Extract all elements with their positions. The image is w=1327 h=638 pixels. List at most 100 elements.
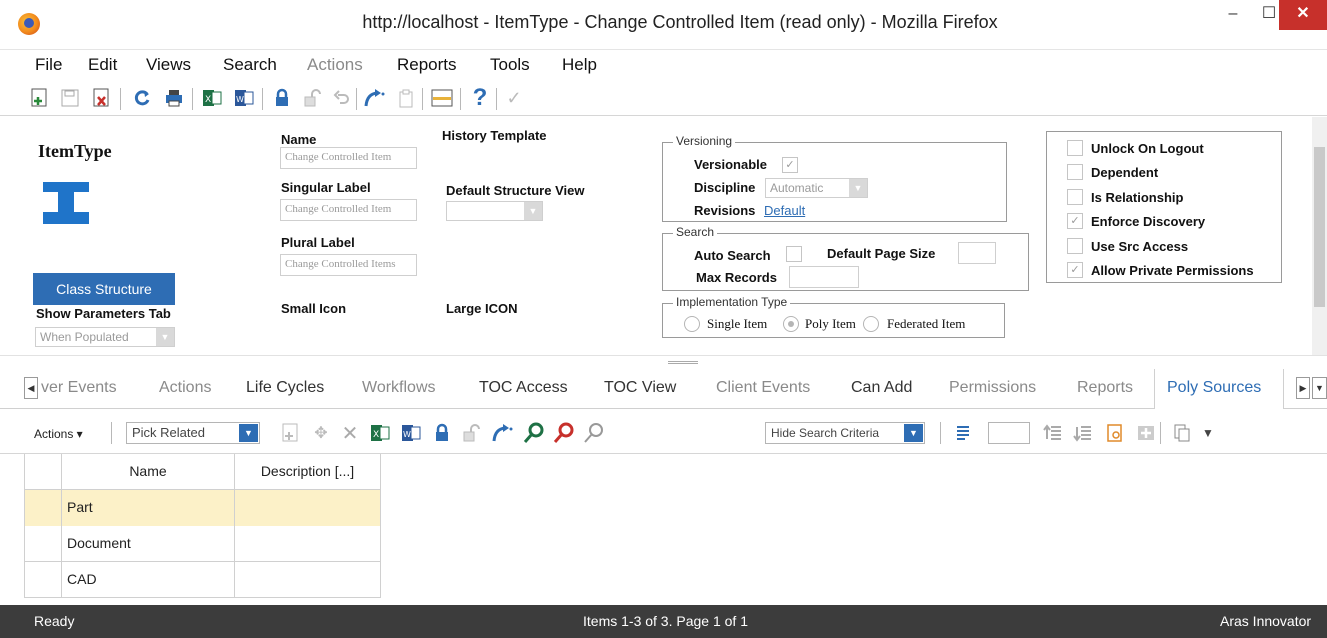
next-page-icon[interactable] xyxy=(1071,421,1095,445)
menu-file[interactable]: File xyxy=(35,55,62,75)
grid-unlock-icon[interactable] xyxy=(459,421,483,445)
menu-reports[interactable]: Reports xyxy=(397,55,457,75)
tab-workflows[interactable]: Workflows xyxy=(362,379,436,397)
table-row[interactable]: Document xyxy=(25,526,381,562)
show-item-icon[interactable] xyxy=(522,421,546,445)
tab-poly-sources[interactable]: Poly Sources xyxy=(1167,379,1261,397)
more-dropdown-icon[interactable]: ▼ xyxy=(1196,421,1220,445)
lock-icon[interactable] xyxy=(270,86,294,110)
page-size-icon[interactable] xyxy=(952,421,976,445)
plural-label-field[interactable]: Change Controlled Items xyxy=(280,254,417,276)
cell-name[interactable]: Part xyxy=(62,490,235,526)
unlock-icon[interactable] xyxy=(300,86,324,110)
tab-reports[interactable]: Reports xyxy=(1077,379,1133,397)
undo-icon[interactable] xyxy=(330,86,354,110)
menu-views[interactable]: Views xyxy=(146,55,191,75)
promote-icon[interactable] xyxy=(362,86,386,110)
name-label: Name xyxy=(281,132,317,147)
row-selector[interactable] xyxy=(25,562,62,598)
done-check-icon[interactable]: ✓ xyxy=(502,86,526,110)
claim-icon[interactable] xyxy=(394,86,418,110)
row-selector[interactable] xyxy=(25,490,62,526)
class-structure-button[interactable]: Class Structure xyxy=(33,273,175,305)
menu-help[interactable]: Help xyxy=(562,55,597,75)
cell-name[interactable]: CAD xyxy=(62,562,235,598)
show-parameters-tab-dropdown[interactable]: When Populated ▼ xyxy=(35,327,175,347)
cell-description[interactable] xyxy=(235,562,381,598)
enforce-discovery-checkbox[interactable]: ✓ xyxy=(1067,213,1083,229)
name-field[interactable]: Change Controlled Item xyxy=(280,147,417,169)
row-selector[interactable] xyxy=(25,526,62,562)
column-header-description[interactable]: Description [...] xyxy=(235,454,381,490)
tab-menu-button[interactable]: ▼ xyxy=(1312,377,1327,399)
pick-related-dropdown[interactable]: Pick Related ▼ xyxy=(126,422,260,444)
grid-excel-icon[interactable]: X xyxy=(368,421,392,445)
new-item-icon[interactable] xyxy=(28,86,52,110)
search-icon[interactable] xyxy=(582,421,606,445)
tab-actions[interactable]: Actions xyxy=(159,379,211,397)
grid-actions-menu[interactable]: Actions ▾ xyxy=(34,427,83,441)
clear-search-icon[interactable] xyxy=(552,421,576,445)
default-structure-view-dropdown[interactable]: ▼ xyxy=(446,201,543,221)
scroll-thumb[interactable] xyxy=(1314,147,1325,307)
delete-icon[interactable] xyxy=(90,86,114,110)
table-row[interactable]: Part xyxy=(25,490,381,526)
tab-toc-view[interactable]: TOC View xyxy=(604,379,676,397)
cell-name[interactable]: Document xyxy=(62,526,235,562)
page-size-input[interactable] xyxy=(988,422,1030,444)
grid-promote-icon[interactable] xyxy=(490,421,514,445)
menu-search[interactable]: Search xyxy=(223,55,277,75)
column-header-name[interactable]: Name xyxy=(62,454,235,490)
use-src-access-checkbox[interactable] xyxy=(1067,238,1083,254)
menu-edit[interactable]: Edit xyxy=(88,55,117,75)
federated-item-radio[interactable] xyxy=(863,316,879,332)
form-view-icon[interactable] xyxy=(430,86,454,110)
singular-label-field[interactable]: Change Controlled Item xyxy=(280,199,417,221)
form-scrollbar[interactable] xyxy=(1312,117,1327,355)
revisions-link[interactable]: Default xyxy=(764,203,805,218)
unlock-on-logout-checkbox[interactable] xyxy=(1067,140,1083,156)
pane-splitter[interactable] xyxy=(0,355,1327,367)
auto-search-checkbox[interactable] xyxy=(786,246,802,262)
tab-server-events[interactable]: ver Events xyxy=(41,379,117,397)
tab-can-add[interactable]: Can Add xyxy=(851,379,912,397)
table-row[interactable]: CAD xyxy=(25,562,381,598)
dependent-checkbox[interactable] xyxy=(1067,164,1083,180)
splitter-grip[interactable] xyxy=(668,361,698,364)
grid-word-icon[interactable]: W xyxy=(399,421,423,445)
refresh-icon[interactable] xyxy=(130,86,154,110)
save-icon[interactable] xyxy=(58,86,82,110)
menu-tools[interactable]: Tools xyxy=(490,55,530,75)
discipline-dropdown[interactable]: Automatic ▼ xyxy=(765,178,868,198)
tab-toc-access[interactable]: TOC Access xyxy=(479,379,568,397)
single-item-radio[interactable] xyxy=(684,316,700,332)
help-icon[interactable]: ? xyxy=(468,84,492,111)
delete-relationship-icon[interactable]: ✕ xyxy=(338,421,362,445)
tab-client-events[interactable]: Client Events xyxy=(716,379,810,397)
copy-icon[interactable] xyxy=(1170,421,1194,445)
poly-item-radio[interactable] xyxy=(783,316,799,332)
max-records-field[interactable] xyxy=(789,266,859,288)
hide-search-criteria-dropdown[interactable]: Hide Search Criteria ▼ xyxy=(765,422,925,444)
default-page-size-field[interactable] xyxy=(958,242,996,264)
word-icon[interactable]: W xyxy=(232,86,256,110)
print-icon[interactable] xyxy=(162,86,186,110)
grid-lock-icon[interactable] xyxy=(430,421,454,445)
excel-icon[interactable]: X xyxy=(200,86,224,110)
cell-description[interactable] xyxy=(235,526,381,562)
tab-scroll-right-button[interactable]: ▶ xyxy=(1296,377,1310,399)
search-mode-icon[interactable] xyxy=(1103,421,1127,445)
is-relationship-checkbox[interactable] xyxy=(1067,189,1083,205)
previous-page-icon[interactable] xyxy=(1041,421,1065,445)
pick-replace-icon[interactable]: ✥ xyxy=(309,421,333,445)
close-button[interactable]: ✕ xyxy=(1279,0,1327,30)
new-relationship-icon[interactable] xyxy=(279,421,303,445)
menu-actions[interactable]: Actions xyxy=(307,55,363,75)
tab-scroll-left-button[interactable]: ◀ xyxy=(24,377,38,399)
allow-private-permissions-checkbox[interactable]: ✓ xyxy=(1067,262,1083,278)
tab-life-cycles[interactable]: Life Cycles xyxy=(246,379,324,397)
cell-description[interactable] xyxy=(235,490,381,526)
add-column-icon[interactable] xyxy=(1134,421,1158,445)
tab-permissions[interactable]: Permissions xyxy=(949,379,1036,397)
versionable-checkbox[interactable]: ✓ xyxy=(782,157,798,173)
